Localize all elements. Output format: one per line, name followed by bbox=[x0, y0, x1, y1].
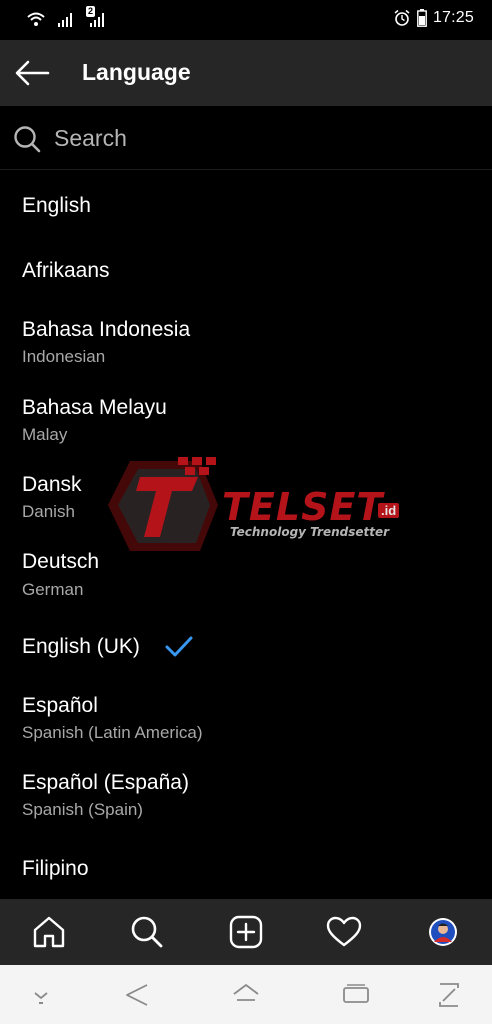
fullscreen-nav-button[interactable] bbox=[434, 980, 464, 1010]
language-item-bahasa-melayu[interactable]: Bahasa Melayu Malay bbox=[0, 375, 492, 453]
status-left: 2 bbox=[26, 6, 108, 29]
heart-icon bbox=[326, 916, 362, 947]
language-name: Deutsch bbox=[22, 550, 100, 573]
nav-home[interactable] bbox=[29, 912, 69, 952]
language-list: English Afrikaans Bahasa Indonesia Indon… bbox=[0, 171, 492, 899]
back-triangle-icon bbox=[126, 984, 148, 1006]
alarm-icon bbox=[394, 9, 410, 26]
language-item-filipino[interactable]: Filipino bbox=[0, 841, 492, 899]
search-bar bbox=[0, 106, 492, 170]
language-subtitle: Spanish (Spain) bbox=[22, 800, 143, 819]
language-name: Dansk bbox=[22, 473, 82, 496]
nav-search[interactable] bbox=[127, 912, 167, 952]
language-subtitle: Malay bbox=[22, 425, 68, 444]
search-input[interactable] bbox=[54, 120, 474, 156]
language-name: Bahasa Indonesia bbox=[22, 318, 191, 341]
nav-profile[interactable] bbox=[423, 912, 463, 952]
recents-icon bbox=[343, 984, 369, 1003]
collapse-icon bbox=[34, 992, 48, 1004]
language-item-english[interactable]: English bbox=[0, 171, 492, 237]
signal-icon bbox=[58, 13, 72, 27]
sim-badge: 2 bbox=[86, 6, 96, 17]
status-right: 17:25 bbox=[393, 9, 474, 27]
status-bar: 2 17:25 bbox=[0, 0, 492, 40]
collapse-button[interactable] bbox=[26, 980, 56, 1010]
language-name: English (UK) bbox=[22, 635, 140, 658]
language-subtitle: Danish bbox=[22, 502, 75, 521]
language-name: Español bbox=[22, 694, 98, 717]
arrow-left-icon bbox=[15, 60, 50, 86]
language-name: Filipino bbox=[22, 857, 89, 880]
language-name: Bahasa Melayu bbox=[22, 396, 167, 419]
app-bar: Language bbox=[0, 40, 492, 106]
checkmark-icon bbox=[165, 636, 193, 657]
language-name: Afrikaans bbox=[22, 259, 110, 282]
add-post-icon bbox=[229, 915, 263, 949]
system-nav-bar bbox=[0, 965, 492, 1024]
search-icon bbox=[14, 126, 41, 153]
signal-sim2-icon: 2 bbox=[86, 6, 108, 29]
language-item-espanol-espana[interactable]: Español (España) Spanish (Spain) bbox=[0, 763, 492, 841]
recents-nav-button[interactable] bbox=[341, 980, 371, 1010]
status-time: 17:25 bbox=[432, 9, 474, 26]
home-outline-icon bbox=[233, 984, 259, 1001]
search-icon bbox=[131, 916, 163, 948]
language-name: English bbox=[22, 194, 91, 217]
home-nav-button[interactable] bbox=[231, 980, 261, 1010]
nav-activity[interactable] bbox=[324, 912, 364, 952]
nav-add-post[interactable] bbox=[226, 912, 266, 952]
language-item-bahasa-indonesia[interactable]: Bahasa Indonesia Indonesian bbox=[0, 297, 492, 375]
language-item-deutsch[interactable]: Deutsch German bbox=[0, 530, 492, 608]
language-subtitle: German bbox=[22, 580, 84, 599]
language-item-espanol[interactable]: Español Spanish (Latin America) bbox=[0, 686, 492, 763]
profile-avatar bbox=[429, 918, 457, 946]
bottom-nav bbox=[0, 899, 492, 965]
back-nav-button[interactable] bbox=[122, 980, 152, 1010]
language-subtitle: Indonesian bbox=[22, 347, 106, 366]
language-name: Español (España) bbox=[22, 771, 189, 794]
battery-icon bbox=[417, 9, 427, 27]
language-item-english-uk[interactable]: English (UK) bbox=[0, 608, 492, 686]
language-item-afrikaans[interactable]: Afrikaans bbox=[0, 237, 492, 297]
home-icon bbox=[33, 916, 65, 948]
language-subtitle: Spanish (Latin America) bbox=[22, 723, 203, 742]
back-button[interactable] bbox=[14, 57, 50, 89]
language-item-dansk[interactable]: Dansk Danish bbox=[0, 453, 492, 530]
page-title: Language bbox=[82, 59, 191, 85]
fullscreen-icon bbox=[439, 983, 459, 1007]
wifi-icon bbox=[27, 12, 45, 26]
